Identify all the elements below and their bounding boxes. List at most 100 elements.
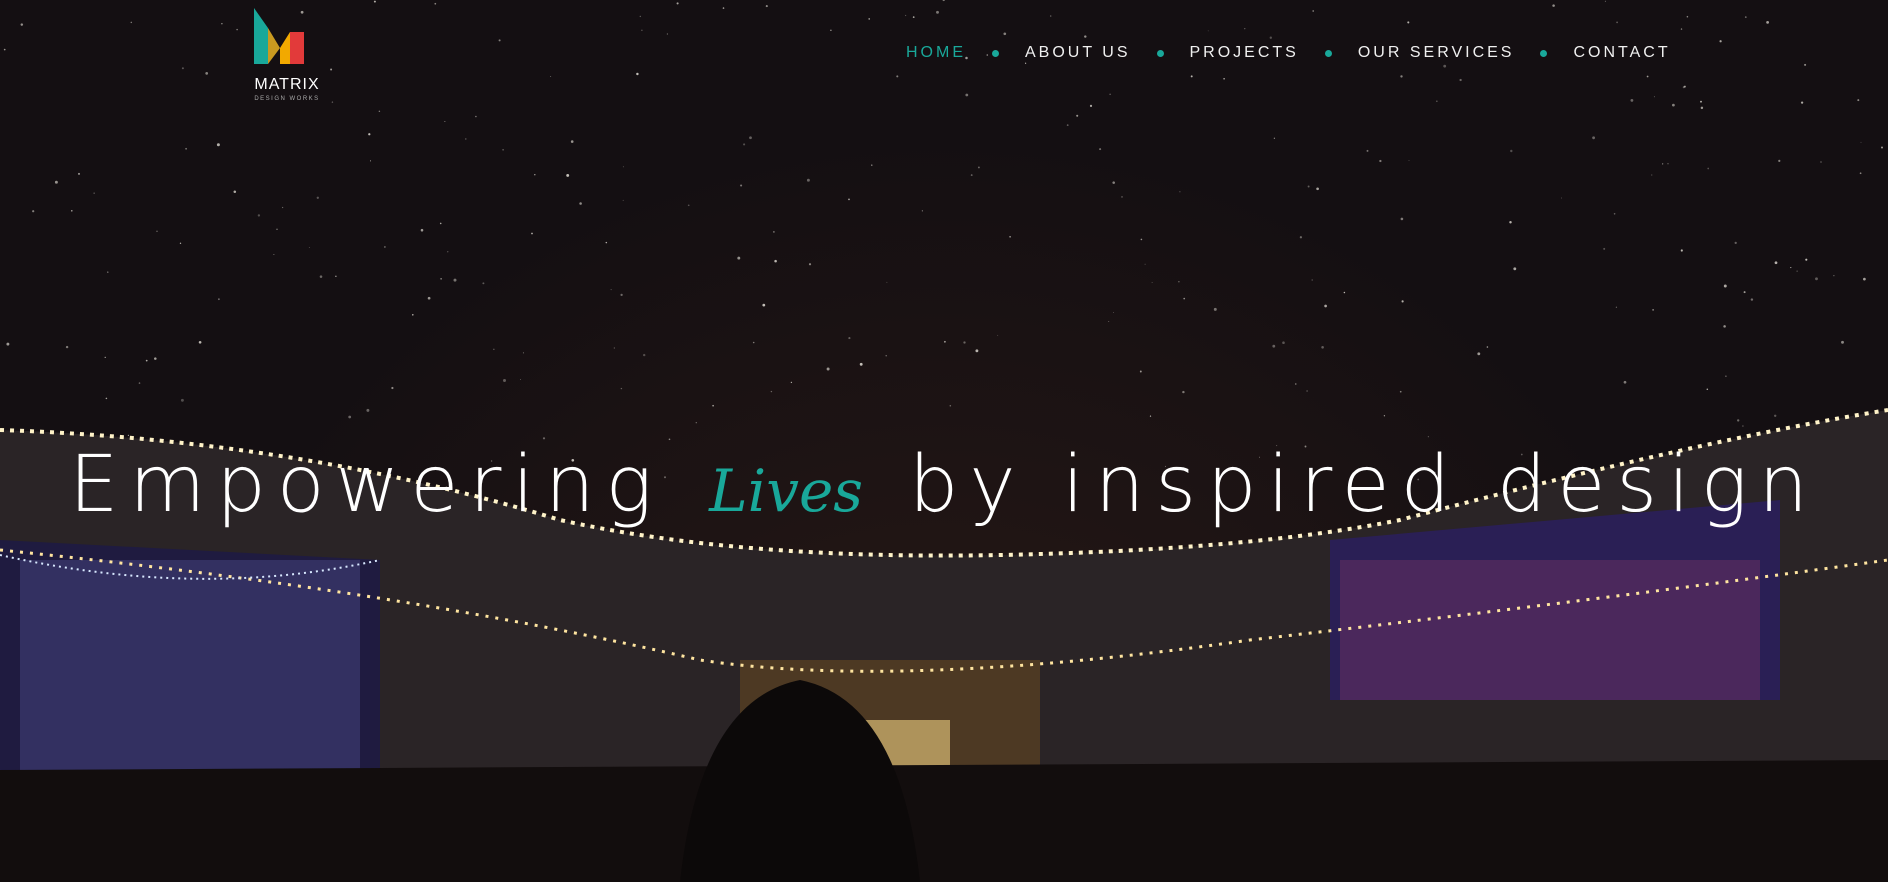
star <box>613 347 615 349</box>
star <box>1282 341 1285 345</box>
star <box>1646 75 1649 78</box>
star <box>520 379 521 380</box>
star <box>1084 35 1087 38</box>
star <box>1486 346 1489 348</box>
star <box>1552 4 1555 7</box>
star <box>1272 344 1276 348</box>
star <box>610 289 612 291</box>
star <box>221 23 223 25</box>
star <box>859 362 863 366</box>
star <box>1089 104 1093 107</box>
nav-item-home[interactable]: HOME <box>906 44 966 62</box>
star <box>896 75 899 78</box>
star <box>1477 352 1481 356</box>
star <box>1408 159 1410 161</box>
star <box>904 14 907 17</box>
star <box>1651 174 1653 176</box>
star <box>1179 191 1181 193</box>
star <box>975 349 979 353</box>
star <box>622 166 624 168</box>
star <box>1719 40 1722 43</box>
star <box>1178 281 1180 283</box>
star <box>1750 298 1754 301</box>
star <box>570 140 574 143</box>
nav-item-about-us[interactable]: ABOUT US <box>1025 44 1131 62</box>
star <box>369 160 372 162</box>
star <box>806 178 810 182</box>
star <box>1804 63 1807 66</box>
star <box>1723 325 1726 328</box>
brand-logo[interactable]: MATRIX DESIGN WORKS <box>244 8 330 104</box>
star <box>1723 284 1727 288</box>
star <box>605 241 608 244</box>
star <box>185 147 187 150</box>
star <box>1857 99 1860 102</box>
star <box>1686 15 1689 18</box>
star <box>1841 340 1844 344</box>
star <box>622 199 624 201</box>
main-navigation: HOME ABOUT US PROJECTS OUR SERVICES CONT… <box>906 44 1671 62</box>
star <box>1592 136 1596 140</box>
star <box>963 341 966 344</box>
star <box>1800 101 1804 104</box>
star <box>6 342 10 346</box>
star <box>1144 263 1146 265</box>
star <box>1299 236 1303 239</box>
star <box>1815 277 1818 281</box>
star <box>712 404 714 407</box>
star <box>1859 172 1862 175</box>
star <box>886 281 888 283</box>
star <box>808 263 812 266</box>
star <box>453 278 457 282</box>
star <box>912 16 915 18</box>
star <box>1509 221 1512 224</box>
star <box>3 48 6 51</box>
star <box>1213 307 1217 311</box>
logo-wordmark: MATRIX <box>254 76 320 93</box>
star <box>412 314 414 316</box>
star <box>1149 415 1152 417</box>
star <box>493 348 495 350</box>
star <box>1139 370 1142 373</box>
star <box>319 275 323 278</box>
star <box>439 222 442 225</box>
star <box>749 136 752 140</box>
star <box>420 228 424 232</box>
star <box>1737 419 1740 422</box>
star <box>1459 78 1462 82</box>
star <box>1399 390 1402 393</box>
star <box>1513 267 1517 271</box>
star <box>1613 213 1616 215</box>
star <box>1615 306 1618 308</box>
star <box>1049 15 1052 17</box>
star <box>447 251 449 253</box>
star <box>762 303 766 307</box>
star <box>440 278 442 280</box>
star <box>1273 137 1276 139</box>
star <box>1009 235 1011 238</box>
star <box>1790 267 1792 269</box>
star <box>32 210 35 213</box>
star <box>641 29 643 32</box>
star <box>1244 28 1246 30</box>
star <box>1407 21 1410 24</box>
star <box>1427 436 1429 438</box>
star <box>687 204 690 207</box>
star <box>949 405 952 407</box>
star <box>1401 300 1404 303</box>
nav-item-contact[interactable]: CONTACT <box>1573 44 1670 62</box>
star <box>434 2 437 5</box>
nav-item-projects[interactable]: PROJECTS <box>1190 44 1299 62</box>
nav-item-our-services[interactable]: OUR SERVICES <box>1358 44 1515 62</box>
star <box>936 10 939 14</box>
star <box>1099 148 1102 151</box>
star <box>643 353 646 357</box>
star <box>1672 103 1675 107</box>
star <box>522 352 524 354</box>
star <box>1400 75 1403 78</box>
star <box>93 192 95 194</box>
star <box>848 337 851 340</box>
star <box>1321 346 1324 349</box>
headline-script-text: Lives <box>709 457 864 525</box>
star <box>743 143 746 146</box>
